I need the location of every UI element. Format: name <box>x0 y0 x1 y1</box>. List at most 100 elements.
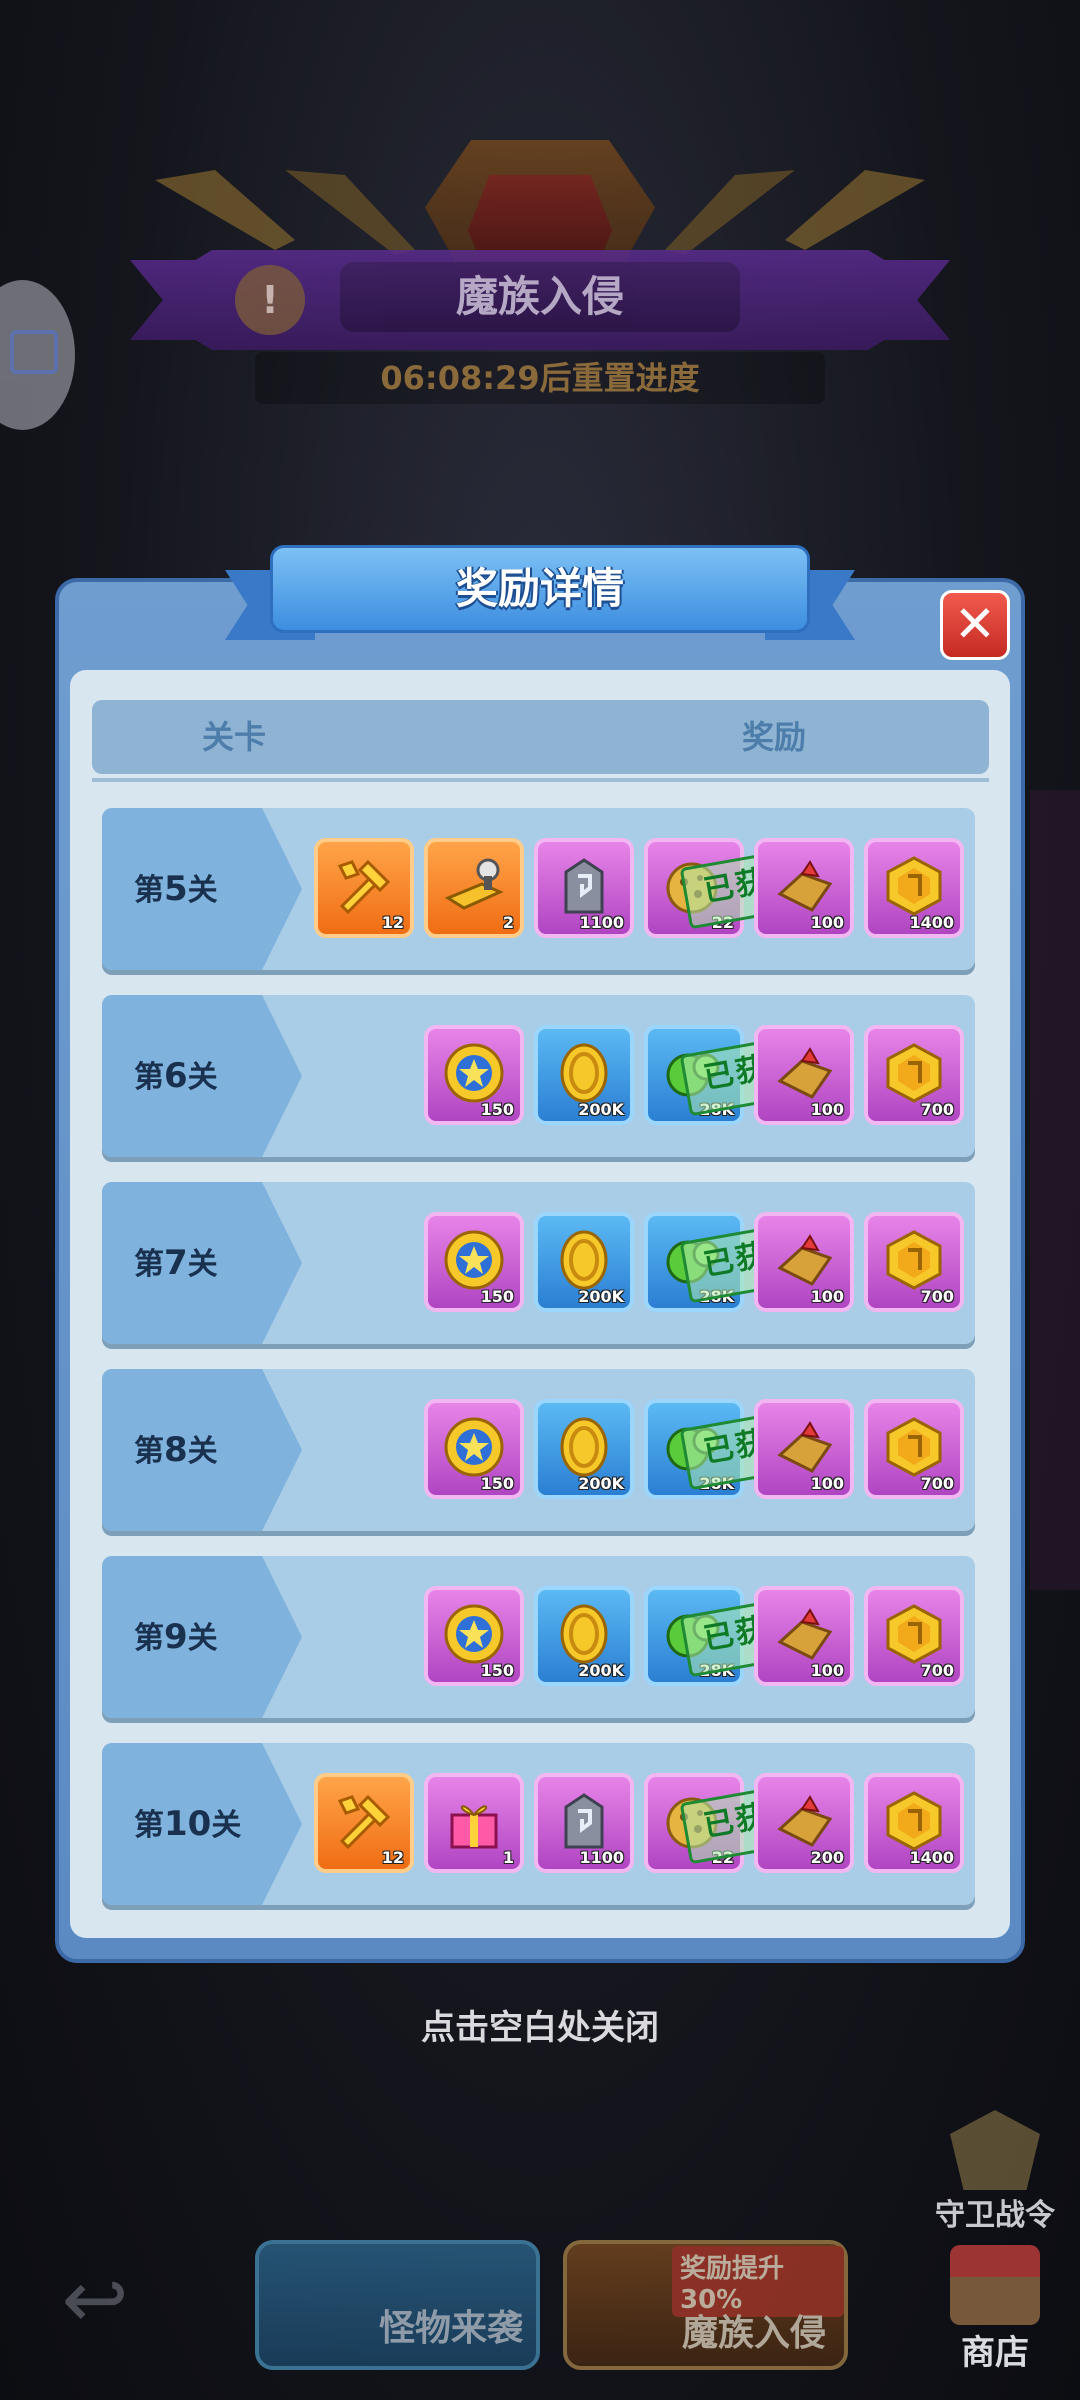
item-count: 700 <box>920 1474 954 1493</box>
shop-stall-icon <box>950 2245 1040 2325</box>
demon-invasion-label: 魔族入侵 <box>682 2313 827 2354</box>
table-header: 关卡 奖励 <box>92 700 989 774</box>
item-count: 150 <box>480 1661 514 1680</box>
reward-item[interactable]: 2 <box>424 838 524 938</box>
reward-item[interactable]: 12 <box>314 838 414 938</box>
red-crystal-icon <box>772 1041 836 1105</box>
red-crystal-icon <box>772 1789 836 1853</box>
item-count: 700 <box>920 1287 954 1306</box>
reward-item[interactable]: 100 <box>754 1025 854 1125</box>
tap-to-close-hint[interactable]: 点击空白处关闭 <box>0 2000 1080 2049</box>
reward-row: 第7关150200K28K已获取100700 <box>102 1182 975 1344</box>
shop-button[interactable]: 商店 <box>930 2245 1060 2375</box>
item-count: 1400 <box>909 1848 954 1867</box>
event-title: 魔族入侵 <box>340 262 740 332</box>
item-count: 12 <box>381 913 404 932</box>
modal-title: 奖励详情 <box>270 545 810 633</box>
reward-item[interactable]: 200K <box>534 1212 634 1312</box>
reward-item[interactable]: 1400 <box>864 1773 964 1873</box>
stage-label: 第9关 <box>134 1617 218 1657</box>
rune-stone-icon <box>552 854 616 918</box>
item-count: 200K <box>578 1474 624 1493</box>
reward-item[interactable]: 150 <box>424 1025 524 1125</box>
star-medal-icon <box>442 1415 506 1479</box>
reward-item[interactable]: 150 <box>424 1399 524 1499</box>
red-crystal-icon <box>772 854 836 918</box>
item-count: 100 <box>810 1661 844 1680</box>
shop-label: 商店 <box>961 2333 1029 2373</box>
guard-pass-button[interactable]: 守卫战令 <box>910 2110 1080 2240</box>
monster-attack-button[interactable]: 怪物来袭 <box>255 2240 540 2370</box>
item-count: 200K <box>578 1287 624 1306</box>
item-count: 1100 <box>579 1848 624 1867</box>
gold-coin-icon <box>552 1415 616 1479</box>
stage-label: 第8关 <box>134 1430 218 1470</box>
reward-item[interactable]: 200K <box>534 1025 634 1125</box>
item-count: 1100 <box>579 913 624 932</box>
header-divider <box>92 778 989 782</box>
reward-row: 第5关122110022已获取1001400 <box>102 808 975 970</box>
reward-item[interactable]: 700 <box>864 1586 964 1686</box>
reward-item[interactable]: 200K <box>534 1399 634 1499</box>
stage-label: 第10关 <box>134 1804 242 1844</box>
item-count: 150 <box>480 1474 514 1493</box>
item-count: 700 <box>920 1661 954 1680</box>
reward-item[interactable]: 1100 <box>534 1773 634 1873</box>
item-count: 1400 <box>909 913 954 932</box>
gold-hexagon-coin-icon <box>882 1415 946 1479</box>
modal-title-ribbon: 奖励详情 <box>225 545 855 645</box>
item-count: 100 <box>810 1287 844 1306</box>
item-count: 2 <box>502 913 514 932</box>
item-count: 150 <box>480 1100 514 1119</box>
header-reward: 奖励 <box>742 718 807 756</box>
header-stage: 关卡 <box>202 718 267 756</box>
reward-item[interactable]: 100 <box>754 1212 854 1312</box>
rune-stone-icon <box>552 1789 616 1853</box>
crossed-spears-decoration <box>155 170 925 255</box>
reward-item[interactable]: 12 <box>314 1773 414 1873</box>
reward-item[interactable]: 1100 <box>534 838 634 938</box>
reward-row: 第6关150200K28K已获取100700 <box>102 995 975 1157</box>
reward-item[interactable]: 1 <box>424 1773 524 1873</box>
gift-box-icon <box>442 1789 506 1853</box>
reset-timer: 06:08:29后重置进度 <box>255 352 825 404</box>
demon-invasion-button[interactable]: 奖励提升30% 魔族入侵 <box>563 2240 848 2370</box>
reward-item[interactable]: 700 <box>864 1399 964 1499</box>
stage-label: 第7关 <box>134 1243 218 1283</box>
gold-coin-icon <box>552 1228 616 1292</box>
red-crystal-icon <box>772 1602 836 1666</box>
reward-row: 第9关150200K28K已获取100700 <box>102 1556 975 1718</box>
gold-hexagon-coin-icon <box>882 854 946 918</box>
monster-attack-label: 怪物来袭 <box>379 2308 524 2349</box>
item-count: 200 <box>810 1848 844 1867</box>
wrench-hammer-icon <box>332 1789 396 1853</box>
reward-item[interactable]: 100 <box>754 1586 854 1686</box>
star-medal-icon <box>442 1041 506 1105</box>
reward-item[interactable]: 700 <box>864 1025 964 1125</box>
star-medal-icon <box>442 1602 506 1666</box>
item-count: 700 <box>920 1100 954 1119</box>
gold-hexagon-coin-icon <box>882 1789 946 1853</box>
reward-item[interactable]: 200K <box>534 1586 634 1686</box>
reward-item[interactable]: 700 <box>864 1212 964 1312</box>
reward-item[interactable]: 150 <box>424 1212 524 1312</box>
close-button[interactable]: ✕ <box>940 590 1010 660</box>
reward-item[interactable]: 1400 <box>864 838 964 938</box>
warning-icon[interactable]: ! <box>235 265 305 335</box>
wrench-hammer-icon <box>332 854 396 918</box>
item-count: 200K <box>578 1100 624 1119</box>
guard-emblem-icon <box>950 2110 1040 2190</box>
reward-item[interactable]: 100 <box>754 1399 854 1499</box>
item-count: 12 <box>381 1848 404 1867</box>
item-count: 100 <box>810 913 844 932</box>
golden-scroll-icon <box>442 854 506 918</box>
back-arrow-icon[interactable]: ↩ <box>40 2255 150 2345</box>
gold-hexagon-coin-icon <box>882 1228 946 1292</box>
chat-bubble-icon[interactable] <box>0 280 75 430</box>
reward-item[interactable]: 100 <box>754 838 854 938</box>
reward-item[interactable]: 200 <box>754 1773 854 1873</box>
reward-item[interactable]: 150 <box>424 1586 524 1686</box>
red-crystal-icon <box>772 1415 836 1479</box>
star-medal-icon <box>442 1228 506 1292</box>
gold-hexagon-coin-icon <box>882 1041 946 1105</box>
